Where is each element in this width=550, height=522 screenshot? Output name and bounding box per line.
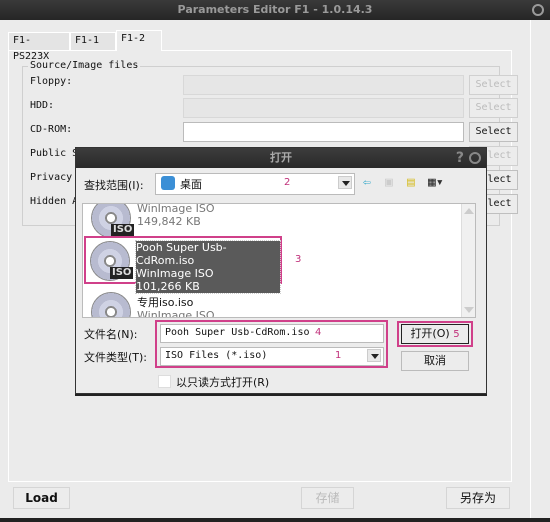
- floppy-field: [183, 75, 464, 95]
- hdd-field: [183, 98, 464, 118]
- readonly-label: 以只读方式打开(R): [176, 376, 270, 389]
- open-button-label: 打开(O): [410, 327, 450, 340]
- filetype-value: ISO Files (*.iso): [165, 350, 268, 361]
- cdrom-select-button[interactable]: Select: [469, 122, 518, 142]
- tab-f1-2[interactable]: F1-2: [116, 30, 162, 51]
- dialog-close-icon[interactable]: [469, 152, 481, 164]
- load-button[interactable]: Load: [13, 487, 70, 509]
- floppy-select-button: Select: [469, 75, 518, 95]
- chevron-down-icon[interactable]: [367, 349, 381, 362]
- window-title: Parameters Editor F1 - 1.0.14.3: [177, 3, 373, 16]
- hdd-label: HDD:: [30, 100, 55, 111]
- scroll-up-icon[interactable]: [464, 208, 474, 214]
- desktop-icon: [161, 176, 175, 190]
- file-name: 专用iso.iso: [137, 296, 194, 309]
- file-type: WinImage ISO: [137, 203, 215, 215]
- file-name: Pooh Super Usb-CdRom.iso: [136, 241, 227, 267]
- look-in-value: 桌面: [180, 178, 202, 191]
- tab-f1-1[interactable]: F1-1: [70, 32, 116, 50]
- group-legend: Source/Image files: [28, 60, 141, 71]
- hdd-select-button: Select: [469, 98, 518, 118]
- window-titlebar: Parameters Editor F1 - 1.0.14.3: [0, 0, 550, 20]
- save-button: 存储: [301, 487, 354, 509]
- annotation-3: 3: [295, 254, 302, 265]
- back-icon[interactable]: ⇦: [363, 175, 371, 190]
- filename-value: Pooh Super Usb-CdRom.iso: [165, 327, 310, 338]
- iso-badge: ISO: [111, 224, 135, 236]
- look-in-combo[interactable]: 桌面 2: [155, 173, 355, 195]
- open-button[interactable]: 打开(O) 5: [401, 324, 469, 344]
- annotation-1: 1: [335, 350, 342, 361]
- floppy-label: Floppy:: [30, 76, 73, 87]
- iso-badge: ISO: [110, 267, 134, 279]
- disc-icon: [91, 292, 131, 317]
- look-in-label: 查找范围(I):: [84, 179, 144, 192]
- readonly-checkbox[interactable]: [158, 375, 171, 388]
- dialog-title: 打开: [270, 151, 292, 164]
- privacy-label: Privacy: [30, 172, 73, 183]
- view-menu-icon[interactable]: ▦▾: [428, 175, 444, 190]
- file-type: WinImage ISO: [136, 267, 214, 280]
- public-label: Public S: [30, 148, 79, 159]
- annotation-5: 5: [453, 329, 460, 340]
- filename-input[interactable]: Pooh Super Usb-CdRom.iso 4: [160, 324, 384, 343]
- new-folder-icon[interactable]: ▤: [407, 175, 415, 190]
- tab-f1-ps223x[interactable]: F1-PS223X: [8, 32, 70, 62]
- scrollbar[interactable]: [461, 204, 475, 317]
- filetype-select[interactable]: ISO Files (*.iso) 1: [160, 347, 384, 366]
- help-icon[interactable]: ?: [456, 148, 464, 168]
- chevron-down-icon[interactable]: [338, 176, 352, 189]
- annotation-2: 2: [284, 177, 291, 188]
- list-item[interactable]: ISO WinImage ISO 149,842 KB: [87, 203, 387, 240]
- filetype-label: 文件类型(T):: [84, 351, 148, 364]
- cancel-button[interactable]: 取消: [401, 351, 469, 371]
- file-list[interactable]: ISO WinImage ISO 149,842 KB ISO Pooh Sup…: [82, 203, 476, 318]
- list-item[interactable]: 专用iso.iso WinImage ISO: [87, 290, 387, 318]
- scroll-down-icon[interactable]: [464, 307, 474, 313]
- open-dialog: 打开 ? 查找范围(I): 桌面 2 ⇦ ▣ ▤ ▦▾ ISO WinImage…: [75, 147, 487, 394]
- bottom-border: [0, 518, 550, 522]
- cdrom-field[interactable]: [183, 122, 464, 142]
- up-folder-icon: ▣: [385, 175, 393, 190]
- annotation-4: 4: [315, 327, 322, 338]
- close-icon[interactable]: [532, 4, 544, 16]
- save-as-button[interactable]: 另存为: [446, 487, 510, 509]
- divider: [530, 20, 531, 518]
- cdrom-label: CD-ROM:: [30, 124, 73, 135]
- hidden-label: Hidden A: [30, 196, 79, 207]
- filename-label: 文件名(N):: [84, 328, 138, 341]
- file-size: 149,842 KB: [137, 215, 201, 228]
- file-type: WinImage ISO: [137, 309, 215, 318]
- dialog-titlebar: 打开 ?: [76, 148, 486, 168]
- list-item-selected[interactable]: ISO Pooh Super Usb-CdRom.iso WinImage IS…: [84, 236, 282, 294]
